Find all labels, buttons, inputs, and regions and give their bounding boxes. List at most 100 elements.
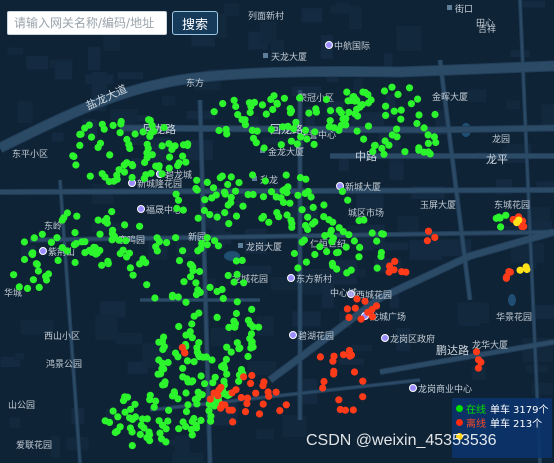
bike-marker[interactable]: [173, 204, 181, 212]
bike-marker[interactable]: [143, 281, 151, 289]
bike-marker[interactable]: [248, 338, 256, 346]
bike-marker[interactable]: [54, 256, 62, 264]
bike-marker[interactable]: [182, 298, 190, 306]
bike-marker[interactable]: [227, 173, 235, 181]
bike-marker[interactable]: [232, 212, 241, 220]
bike-marker[interactable]: [288, 219, 296, 228]
bike-marker[interactable]: [227, 193, 235, 201]
bike-marker[interactable]: [150, 403, 158, 411]
bike-marker[interactable]: [116, 250, 124, 258]
bike-marker[interactable]: [258, 214, 266, 222]
bike-marker[interactable]: [415, 146, 423, 154]
bike-marker[interactable]: [210, 108, 218, 116]
bike-marker[interactable]: [320, 201, 328, 209]
map-view[interactable]: 盐龙大道回龙路回龙路中路龙平鹏达路 街口田心东平小区龙园升龙华城列面新村东方荣冠…: [0, 0, 554, 463]
bike-marker[interactable]: [232, 309, 240, 318]
bike-marker[interactable]: [273, 100, 281, 108]
bike-marker[interactable]: [248, 371, 256, 380]
bike-marker[interactable]: [360, 135, 368, 143]
bike-marker[interactable]: [175, 322, 183, 331]
bike-marker[interactable]: [72, 161, 80, 169]
bike-marker[interactable]: [38, 230, 46, 238]
bike-marker[interactable]: [174, 395, 182, 403]
bike-marker[interactable]: [373, 237, 381, 245]
bike-marker[interactable]: [233, 298, 241, 306]
bike-marker[interactable]: [246, 108, 254, 117]
bike-marker[interactable]: [520, 222, 528, 231]
bike-marker[interactable]: [308, 220, 317, 228]
bike-marker[interactable]: [126, 264, 134, 272]
bike-marker[interactable]: [106, 151, 114, 159]
bike-marker[interactable]: [364, 90, 372, 99]
bike-marker[interactable]: [388, 131, 396, 139]
bike-marker[interactable]: [249, 323, 257, 331]
bike-marker[interactable]: [244, 191, 252, 199]
bike-marker[interactable]: [87, 133, 96, 141]
bike-marker[interactable]: [192, 424, 201, 432]
bike-marker[interactable]: [192, 291, 201, 299]
bike-marker[interactable]: [346, 352, 354, 360]
bike-marker[interactable]: [114, 413, 122, 421]
bike-marker[interactable]: [401, 148, 409, 156]
bike-marker[interactable]: [29, 276, 37, 284]
bike-marker[interactable]: [320, 377, 328, 386]
bike-marker[interactable]: [244, 352, 252, 361]
bike-marker[interactable]: [255, 410, 264, 418]
bike-marker[interactable]: [108, 208, 116, 216]
bike-marker[interactable]: [71, 229, 79, 237]
bike-marker[interactable]: [71, 258, 79, 267]
bike-marker[interactable]: [108, 236, 116, 244]
bike-marker[interactable]: [215, 126, 223, 135]
bike-marker[interactable]: [217, 404, 225, 412]
bike-marker[interactable]: [86, 172, 94, 180]
bike-marker[interactable]: [329, 357, 337, 365]
bike-marker[interactable]: [333, 249, 341, 257]
bike-marker[interactable]: [301, 189, 309, 198]
bike-marker[interactable]: [423, 237, 431, 245]
bike-marker[interactable]: [337, 121, 345, 130]
bike-marker[interactable]: [339, 115, 347, 123]
bike-marker[interactable]: [32, 260, 41, 268]
bike-marker[interactable]: [76, 141, 84, 149]
bike-marker[interactable]: [126, 424, 134, 432]
bike-marker[interactable]: [158, 142, 166, 150]
bike-marker[interactable]: [63, 247, 71, 255]
bike-marker[interactable]: [168, 145, 176, 153]
bike-marker[interactable]: [391, 257, 399, 265]
bike-marker[interactable]: [165, 406, 173, 414]
bike-marker[interactable]: [121, 221, 129, 229]
bike-marker[interactable]: [431, 110, 439, 119]
bike-marker[interactable]: [258, 101, 266, 109]
bike-marker[interactable]: [77, 130, 85, 138]
bike-marker[interactable]: [146, 391, 154, 399]
bike-marker[interactable]: [188, 334, 196, 342]
bike-marker[interactable]: [159, 381, 167, 389]
bike-marker[interactable]: [129, 271, 137, 279]
bike-marker[interactable]: [336, 405, 344, 414]
bike-marker[interactable]: [182, 389, 190, 397]
bike-marker[interactable]: [353, 127, 361, 135]
bike-marker[interactable]: [368, 305, 376, 314]
bike-marker[interactable]: [393, 125, 401, 133]
bike-marker[interactable]: [163, 239, 171, 247]
bike-marker[interactable]: [188, 431, 196, 439]
bike-marker[interactable]: [129, 162, 137, 170]
bike-marker[interactable]: [293, 140, 301, 148]
bike-marker[interactable]: [94, 143, 102, 151]
bike-marker[interactable]: [174, 293, 182, 301]
bike-marker[interactable]: [123, 253, 131, 261]
bike-marker[interactable]: [290, 249, 298, 258]
bike-marker[interactable]: [273, 209, 281, 217]
bike-marker[interactable]: [211, 237, 219, 245]
bike-marker[interactable]: [368, 313, 376, 321]
bike-marker[interactable]: [213, 213, 221, 221]
bike-marker[interactable]: [329, 262, 337, 270]
bike-marker[interactable]: [279, 198, 288, 206]
bike-marker[interactable]: [58, 216, 66, 224]
bike-marker[interactable]: [264, 388, 272, 396]
bike-marker[interactable]: [248, 305, 256, 313]
bike-marker[interactable]: [10, 271, 18, 279]
bike-marker[interactable]: [304, 225, 312, 234]
bike-marker[interactable]: [120, 168, 129, 176]
bike-marker[interactable]: [88, 248, 96, 256]
